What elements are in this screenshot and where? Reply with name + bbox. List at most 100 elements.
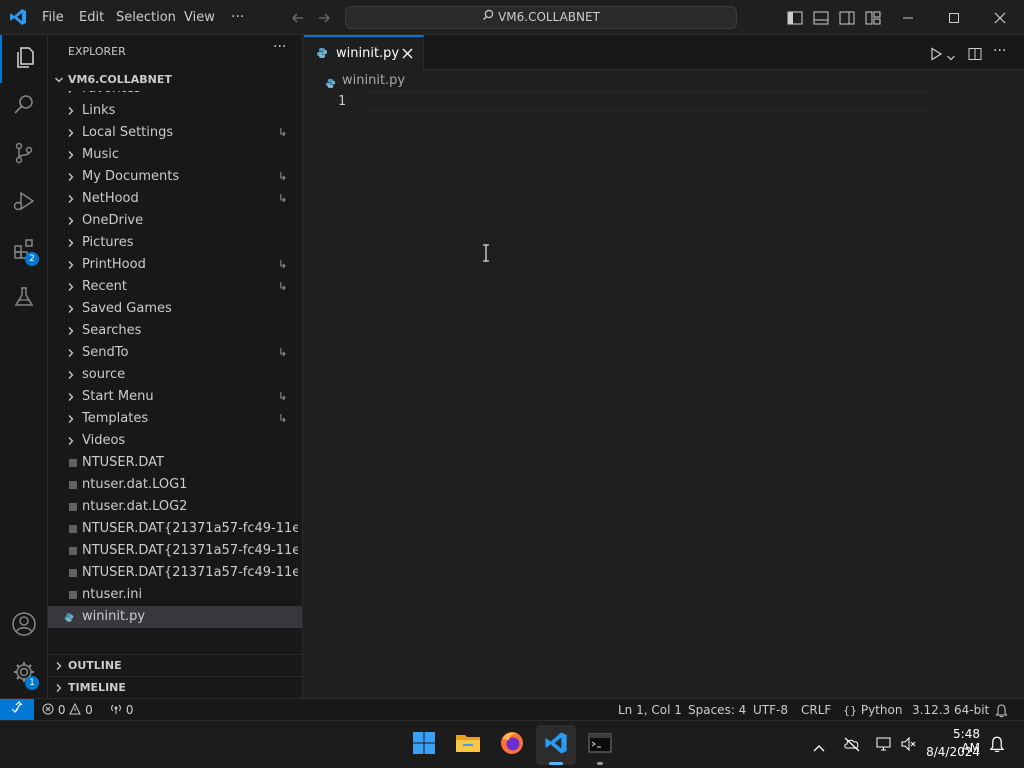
folder-item[interactable]: Videos [48, 430, 302, 452]
folder-item[interactable]: PrintHood ↳ [48, 254, 302, 276]
python-interpreter[interactable]: 3.12.3 64-bit [912, 699, 989, 721]
file-item-selected[interactable]: wininit.py [48, 606, 302, 628]
workspace-root[interactable]: VM6.COLLABNET [48, 69, 302, 91]
close-window-icon[interactable] [987, 0, 1013, 35]
outline-section[interactable]: OUTLINE [48, 654, 302, 677]
explorer-activity[interactable] [0, 35, 48, 83]
folder-item[interactable]: Templates ↳ [48, 408, 302, 430]
customize-layout-icon[interactable] [860, 0, 886, 35]
folder-item[interactable]: Links [48, 100, 302, 122]
explorer-more-button[interactable]: ··· [273, 39, 286, 55]
run-debug-activity[interactable] [0, 179, 48, 227]
file-item[interactable]: ntuser.dat.LOG1 [48, 474, 302, 496]
run-options-chevron-down-icon[interactable] [946, 48, 956, 67]
file-item[interactable]: NTUSER.DAT{21371a57-fc49-11ee-a... [48, 518, 302, 540]
folder-item[interactable]: NetHood ↳ [48, 188, 302, 210]
search-activity[interactable] [0, 83, 48, 131]
folder-item[interactable]: My Documents ↳ [48, 166, 302, 188]
file-item[interactable]: NTUSER.DAT [48, 452, 302, 474]
chevron-right-icon [54, 655, 64, 677]
file-item[interactable]: ntuser.dat.LOG2 [48, 496, 302, 518]
clock-date[interactable]: 8/4/2024 [926, 745, 980, 759]
folder-item[interactable]: Start Menu ↳ [48, 386, 302, 408]
manage-activity[interactable]: 1 [0, 650, 48, 698]
back-arrow-icon[interactable] [285, 0, 311, 35]
editor-more-actions-button[interactable]: ··· [993, 43, 1006, 59]
maximize-icon[interactable] [941, 0, 967, 35]
folder-item[interactable]: OneDrive [48, 210, 302, 232]
language-mode[interactable]: {} Python [843, 699, 902, 721]
testing-activity[interactable] [0, 275, 48, 323]
file-tree: Favorites Links Local Settings ↳ Music My Doc… [48, 91, 302, 635]
folder-item[interactable]: Searches [48, 320, 302, 342]
network-icon[interactable] [875, 736, 893, 756]
accounts-activity[interactable] [0, 602, 48, 650]
tab-wininit-py[interactable]: wininit.py [304, 35, 424, 70]
folder-label: Music [82, 147, 119, 162]
terminal-taskbar[interactable] [580, 725, 620, 765]
encoding[interactable]: UTF-8 [753, 699, 788, 721]
editor-area[interactable]: wininit.py 1 [304, 70, 1024, 698]
problems-indicator[interactable]: 0 0 [42, 699, 93, 721]
toggle-panel-icon[interactable] [808, 0, 834, 35]
menu-file[interactable]: File [42, 0, 64, 35]
menu-more-button[interactable]: ··· [231, 0, 244, 35]
split-editor-icon[interactable] [968, 46, 982, 65]
file-item[interactable]: ntuser.ini [48, 584, 302, 606]
extensions-activity[interactable]: 2 [0, 227, 48, 275]
folder-label: Pictures [82, 235, 134, 250]
folder-item[interactable]: Pictures [48, 232, 302, 254]
folder-label: Local Settings [82, 125, 174, 140]
cursor-position[interactable]: Ln 1, Col 1 [618, 699, 682, 721]
run-python-file-icon[interactable] [929, 46, 943, 65]
folder-item[interactable]: Music [48, 144, 302, 166]
folder-item[interactable]: Favorites [48, 91, 302, 100]
chevron-right-icon [66, 298, 76, 320]
chevron-right-icon [66, 254, 76, 276]
ports-indicator[interactable]: 0 [110, 699, 133, 721]
firefox-icon [499, 730, 525, 760]
menu-selection[interactable]: Selection [116, 0, 176, 35]
file-item[interactable]: NTUSER.DAT{21371a57-fc49-11ee-a... [48, 540, 302, 562]
notifications-bell-icon[interactable] [995, 703, 1008, 718]
volume-muted-icon[interactable] [900, 736, 918, 756]
folder-icon [455, 732, 481, 758]
start-button[interactable] [404, 725, 444, 765]
breadcrumb[interactable]: wininit.py [342, 73, 405, 88]
folder-item[interactable]: source [48, 364, 302, 386]
vscode-icon [544, 731, 568, 759]
symlink-icon: ↳ [278, 280, 288, 293]
indentation[interactable]: Spaces: 4 [688, 699, 746, 721]
menu-edit[interactable]: Edit [79, 0, 104, 35]
folder-item[interactable]: Recent ↳ [48, 276, 302, 298]
firefox-taskbar[interactable] [492, 725, 532, 765]
toggle-primary-sidebar-icon[interactable] [782, 0, 808, 35]
notification-bell-icon[interactable] [989, 736, 1005, 757]
file-item[interactable]: NTUSER.DAT{21371a57-fc49-11ee-a... [48, 562, 302, 584]
folder-item[interactable]: Local Settings ↳ [48, 122, 302, 144]
minimize-icon[interactable] [895, 0, 921, 35]
chevron-up-icon[interactable] [813, 738, 825, 757]
cloud-offline-icon[interactable] [843, 736, 861, 756]
command-center-search[interactable]: VM6.COLLABNET [345, 6, 737, 29]
close-tab-icon[interactable] [402, 48, 413, 63]
symlink-icon: ↳ [278, 126, 288, 139]
forward-arrow-icon[interactable] [311, 0, 337, 35]
timeline-section[interactable]: TIMELINE [48, 676, 302, 698]
folder-label: Videos [82, 433, 126, 448]
toggle-secondary-sidebar-icon[interactable] [834, 0, 860, 35]
chevron-right-icon [66, 342, 76, 364]
folder-item[interactable]: SendTo ↳ [48, 342, 302, 364]
folder-item[interactable]: Saved Games [48, 298, 302, 320]
chevron-right-icon [66, 166, 76, 188]
chevron-right-icon [66, 144, 76, 166]
remote-indicator[interactable] [0, 699, 34, 721]
file-explorer-taskbar[interactable] [448, 725, 488, 765]
menu-view[interactable]: View [184, 0, 215, 35]
vscode-taskbar[interactable] [536, 725, 576, 765]
source-control-activity[interactable] [0, 131, 48, 179]
folder-label: Templates [82, 411, 149, 426]
chevron-right-icon [66, 188, 76, 210]
end-of-line[interactable]: CRLF [801, 699, 831, 721]
folder-label: SendTo [82, 345, 129, 360]
